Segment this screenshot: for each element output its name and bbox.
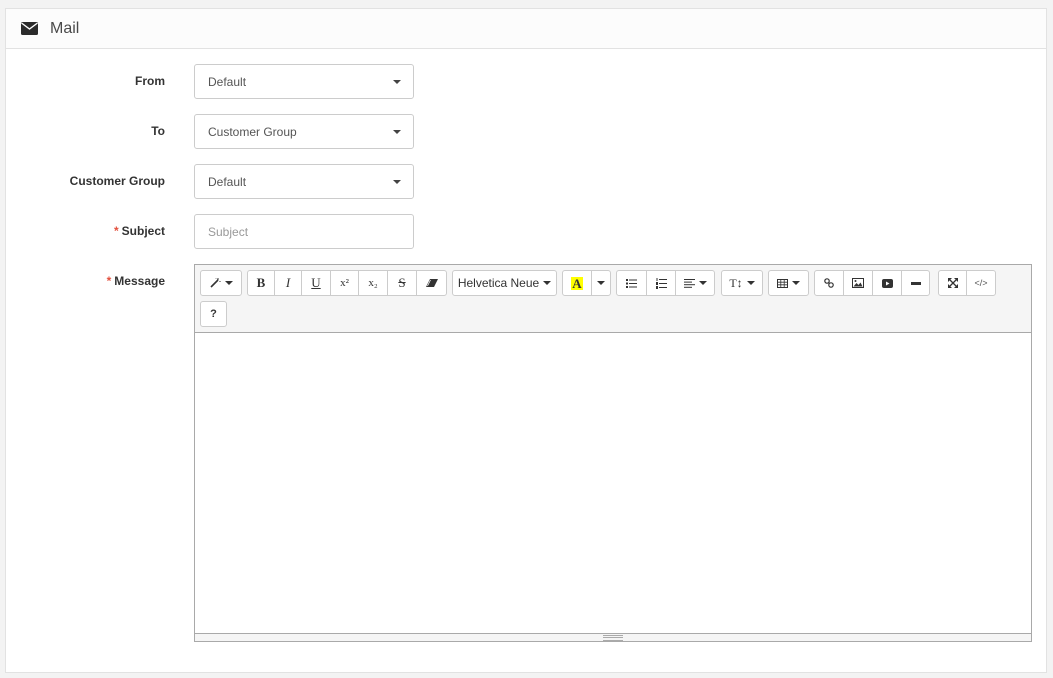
- from-label: From: [135, 74, 165, 88]
- italic-button[interactable]: I: [274, 270, 302, 296]
- code-view-icon: </>: [974, 278, 988, 288]
- recent-color-button[interactable]: A: [562, 270, 592, 296]
- font-style-group[interactable]: B I U x² x₂ S: [247, 270, 447, 296]
- required-mark: *: [113, 224, 119, 238]
- text-color-icon: A: [571, 275, 583, 291]
- eraser-icon: [425, 279, 438, 287]
- chevron-down-icon: [393, 80, 401, 84]
- subject-label: * Subject: [6, 224, 165, 238]
- to-label: To: [151, 124, 165, 138]
- editor-toolbar: B I U x² x₂ S Helvetica Neue A T↕ </> ?: [195, 265, 1031, 333]
- fullscreen-button[interactable]: [938, 270, 967, 296]
- chevron-down-icon: [597, 281, 605, 285]
- to-select[interactable]: Customer Group: [194, 114, 414, 149]
- help-group: ?: [200, 301, 227, 327]
- picture-icon: [852, 278, 864, 288]
- envelope-icon: [21, 22, 38, 35]
- video-button[interactable]: [872, 270, 902, 296]
- customer-group-select[interactable]: Default: [194, 164, 414, 199]
- unordered-list-icon: [626, 278, 637, 288]
- message-textarea[interactable]: [195, 333, 1031, 633]
- font-name-dropdown[interactable]: Helvetica Neue: [452, 270, 557, 296]
- from-select[interactable]: Default: [194, 64, 414, 99]
- customer-group-select-value: Default: [208, 174, 247, 189]
- table-dropdown[interactable]: [768, 270, 809, 296]
- color-group: A: [562, 270, 611, 296]
- view-group: </>: [938, 270, 996, 296]
- message-label: * Message: [6, 274, 165, 288]
- line-height-dropdown[interactable]: T↕: [721, 270, 763, 296]
- message-label-text: Message: [114, 274, 165, 288]
- chevron-down-icon: [746, 281, 755, 285]
- to-select-value: Customer Group: [208, 124, 297, 139]
- text-height-icon: T↕: [729, 275, 743, 290]
- mail-panel: Mail From Default To Customer Group Cust…: [5, 8, 1047, 673]
- resize-grip-icon[interactable]: [603, 635, 623, 641]
- ordered-list-icon: [655, 277, 667, 289]
- clear-format-button[interactable]: [416, 270, 447, 296]
- horizontal-rule-icon: [910, 281, 921, 285]
- subject-input[interactable]: [194, 214, 414, 249]
- underline-button[interactable]: U: [301, 270, 331, 296]
- fullscreen-icon: [947, 278, 958, 288]
- link-button[interactable]: [814, 270, 844, 296]
- editor-resize-bar[interactable]: [195, 633, 1031, 641]
- message-editor: B I U x² x₂ S Helvetica Neue A T↕ </> ?: [194, 264, 1032, 642]
- chevron-down-icon: [224, 281, 233, 285]
- subscript-button[interactable]: x₂: [358, 270, 388, 296]
- chevron-down-icon: [792, 281, 800, 285]
- style-group: [200, 270, 242, 296]
- help-button[interactable]: ?: [200, 301, 227, 327]
- paragraph-group: [616, 270, 715, 296]
- panel-title: Mail: [50, 19, 80, 37]
- horizontal-rule-button[interactable]: [901, 270, 930, 296]
- magic-wand-icon: [209, 278, 221, 288]
- panel-heading: Mail: [6, 9, 1046, 49]
- chevron-down-icon: [698, 281, 707, 285]
- unordered-list-button[interactable]: [616, 270, 647, 296]
- ordered-list-button[interactable]: [646, 270, 676, 296]
- style-button[interactable]: [200, 270, 242, 296]
- paragraph-align-dropdown[interactable]: [675, 270, 715, 296]
- font-name-value: Helvetica Neue: [457, 276, 540, 290]
- video-icon: [881, 278, 893, 288]
- code-view-button[interactable]: </>: [966, 270, 996, 296]
- customer-group-label: Customer Group: [69, 174, 165, 188]
- chevron-down-icon: [393, 180, 401, 184]
- from-select-value: Default: [208, 74, 247, 89]
- table-group: [768, 270, 809, 296]
- strikethrough-button[interactable]: S: [387, 270, 417, 296]
- font-name-group: Helvetica Neue: [452, 270, 557, 296]
- line-height-group: T↕: [721, 270, 763, 296]
- chevron-down-icon: [543, 281, 552, 285]
- subject-label-text: Subject: [121, 224, 165, 238]
- picture-button[interactable]: [843, 270, 873, 296]
- align-left-icon: [683, 278, 695, 288]
- color-dropdown-button[interactable]: [591, 270, 611, 296]
- table-icon: [777, 278, 788, 288]
- insert-group: [814, 270, 930, 296]
- bold-button[interactable]: B: [247, 270, 275, 296]
- chevron-down-icon: [393, 130, 401, 134]
- required-mark: *: [106, 274, 112, 288]
- link-icon: [824, 278, 834, 288]
- superscript-button[interactable]: x²: [330, 270, 359, 296]
